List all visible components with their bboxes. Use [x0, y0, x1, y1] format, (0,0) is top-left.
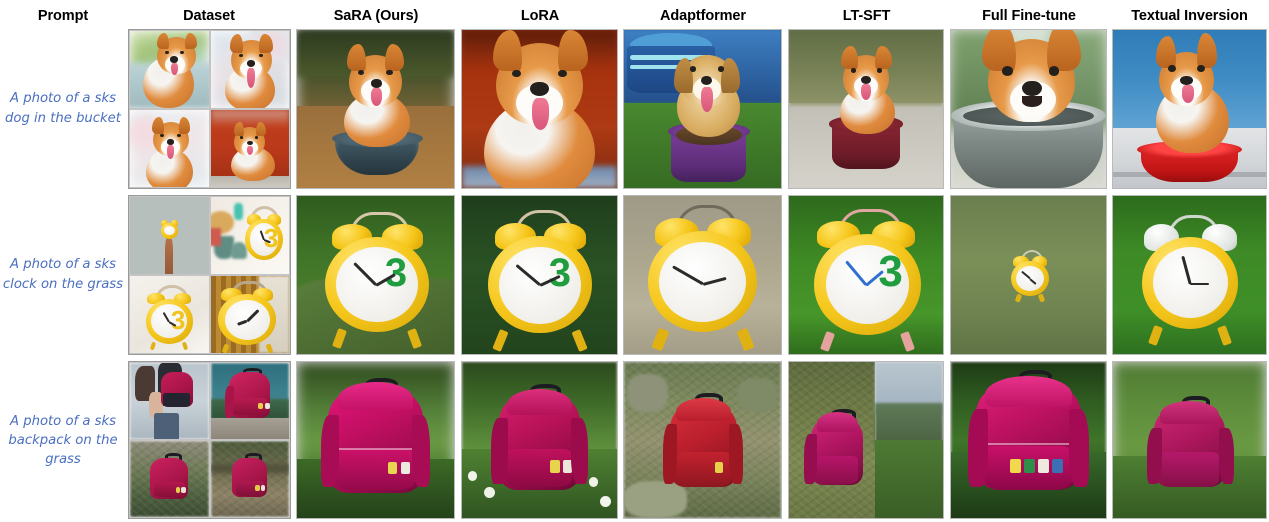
result-image-dog-lora: [461, 29, 618, 189]
result-image-backpack-textinv: [1112, 361, 1267, 519]
column-header-dataset: Dataset: [183, 8, 235, 24]
dataset-image-clock-3: 3: [129, 275, 210, 354]
result-image-backpack-lora: [461, 361, 618, 519]
dataset-image-clock-2: 3: [209, 196, 290, 275]
prompt-row-dog: A photo of a sks dog in the bucket: [5, 91, 121, 126]
dataset-image-dog-1: [129, 30, 210, 109]
dataset-grid-dog: [128, 29, 291, 189]
result-image-backpack-adaptformer: [623, 361, 782, 519]
result-image-clock-sara: 3: [296, 195, 455, 355]
dataset-image-backpack-3: [129, 440, 210, 518]
dataset-image-clock-4: [209, 275, 290, 354]
prompt-row-clock: A photo of a sks clock on the grass: [2, 257, 124, 292]
dataset-image-dog-4: [209, 109, 290, 188]
result-image-backpack-ltsft: [788, 361, 944, 519]
dataset-image-dog-2: [209, 30, 290, 109]
result-image-clock-fullft: [950, 195, 1107, 355]
column-header-prompt: Prompt: [37, 8, 89, 24]
column-header-lora: LoRA: [520, 8, 560, 24]
dataset-grid-backpack: [128, 361, 291, 519]
dataset-image-dog-3: [129, 109, 210, 188]
dataset-image-backpack-1: [129, 362, 210, 440]
dataset-grid-clock: 3 3: [128, 195, 291, 355]
prompt-row-backpack: A photo of a sks backpack on the grass: [8, 413, 118, 468]
dataset-image-clock-1: [129, 196, 210, 275]
column-header-sara: SaRA (Ours): [333, 8, 419, 24]
result-image-clock-lora: 3: [461, 195, 618, 355]
result-image-dog-fullft: [950, 29, 1107, 189]
result-image-clock-textinv: [1112, 195, 1267, 355]
comparison-figure: Prompt Dataset SaRA (Ours) LoRA Adaptfor…: [0, 0, 1269, 522]
result-image-backpack-fullft: [950, 361, 1107, 519]
result-image-dog-sara: [296, 29, 455, 189]
result-image-clock-adaptformer: [623, 195, 782, 355]
dataset-image-backpack-2: [209, 362, 290, 440]
result-image-backpack-sara: [296, 361, 455, 519]
column-header-fullft: Full Fine-tune: [982, 8, 1076, 24]
column-header-ltsft: LT-SFT: [842, 8, 891, 24]
result-image-clock-ltsft: 3: [788, 195, 944, 355]
column-header-textinv: Textual Inversion: [1131, 8, 1248, 24]
dataset-image-backpack-4: [209, 440, 290, 518]
result-image-dog-textinv: [1112, 29, 1267, 189]
result-image-dog-adaptformer: [623, 29, 782, 189]
result-image-dog-ltsft: [788, 29, 944, 189]
column-header-adaptformer: Adaptformer: [660, 8, 746, 24]
